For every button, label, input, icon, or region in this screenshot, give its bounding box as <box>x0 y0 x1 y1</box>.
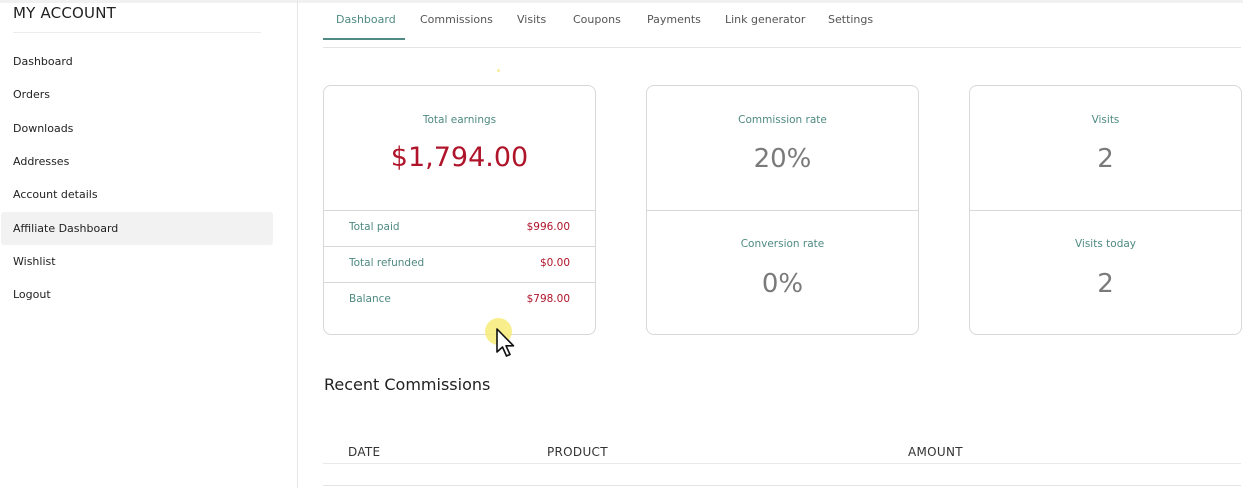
column-amount[interactable]: AMOUNT <box>908 445 963 459</box>
total-refunded-label: Total refunded <box>349 257 425 269</box>
conversion-rate-label: Conversion rate <box>740 238 825 250</box>
visits-today-value: 2 <box>1097 269 1114 299</box>
visits-divider <box>970 210 1241 211</box>
total-paid-value: $996.00 <box>526 221 570 233</box>
tab-link-generator[interactable]: Link generator <box>725 13 805 33</box>
rates-divider <box>647 210 918 211</box>
total-paid-label: Total paid <box>349 221 400 233</box>
row-divider <box>324 246 595 247</box>
table-divider <box>323 485 1241 486</box>
account-sidebar: MY ACCOUNT Dashboard Orders Downloads Ad… <box>0 0 298 488</box>
sidebar-item-orders[interactable]: Orders <box>1 78 273 111</box>
commission-rate-value: 20% <box>753 144 812 174</box>
active-tab-indicator <box>323 38 405 40</box>
commission-rate-label: Commission rate <box>738 114 827 126</box>
tab-dashboard[interactable]: Dashboard <box>336 13 396 33</box>
commissions-table-header: DATE PRODUCT AMOUNT <box>323 442 1241 464</box>
earnings-card: Total earnings $1,794.00 Total paid $996… <box>323 85 596 335</box>
visits-label: Visits <box>1091 114 1120 126</box>
visits-value: 2 <box>1097 144 1114 174</box>
tab-visits[interactable]: Visits <box>517 13 546 33</box>
conversion-rate-value: 0% <box>761 269 804 299</box>
visits-today-label: Visits today <box>1074 238 1137 250</box>
sidebar-item-account-details[interactable]: Account details <box>1 178 273 211</box>
tab-payments[interactable]: Payments <box>647 13 701 33</box>
balance-value: $798.00 <box>526 293 570 305</box>
sidebar-item-affiliate-dashboard[interactable]: Affiliate Dashboard <box>1 212 273 245</box>
sidebar-title: MY ACCOUNT <box>13 4 116 22</box>
sidebar-item-downloads[interactable]: Downloads <box>1 112 273 145</box>
earnings-divider <box>324 210 595 211</box>
tab-coupons[interactable]: Coupons <box>573 13 621 33</box>
tab-settings[interactable]: Settings <box>828 13 873 33</box>
earnings-label: Total earnings <box>422 114 497 126</box>
sidebar-item-dashboard[interactable]: Dashboard <box>1 45 273 78</box>
sidebar-item-logout[interactable]: Logout <box>1 278 273 311</box>
total-refunded-value: $0.00 <box>539 257 570 269</box>
earnings-value: $1,794.00 <box>390 142 529 173</box>
highlight-dot <box>497 69 500 72</box>
sidebar-item-addresses[interactable]: Addresses <box>1 145 273 178</box>
sidebar-item-wishlist[interactable]: Wishlist <box>1 245 273 278</box>
sidebar-divider <box>13 32 261 33</box>
row-divider <box>324 282 595 283</box>
column-date[interactable]: DATE <box>348 445 380 459</box>
mouse-pointer-icon <box>496 328 515 357</box>
balance-label: Balance <box>349 293 391 305</box>
tab-commissions[interactable]: Commissions <box>420 13 493 33</box>
column-product[interactable]: PRODUCT <box>547 445 608 459</box>
rates-card: Commission rate 20% Conversion rate 0% <box>646 85 919 335</box>
affiliate-tabs: Dashboard Commissions Visits Coupons Pay… <box>323 0 1241 48</box>
recent-commissions-title: Recent Commissions <box>324 375 491 394</box>
visits-card: Visits 2 Visits today 2 <box>969 85 1242 335</box>
